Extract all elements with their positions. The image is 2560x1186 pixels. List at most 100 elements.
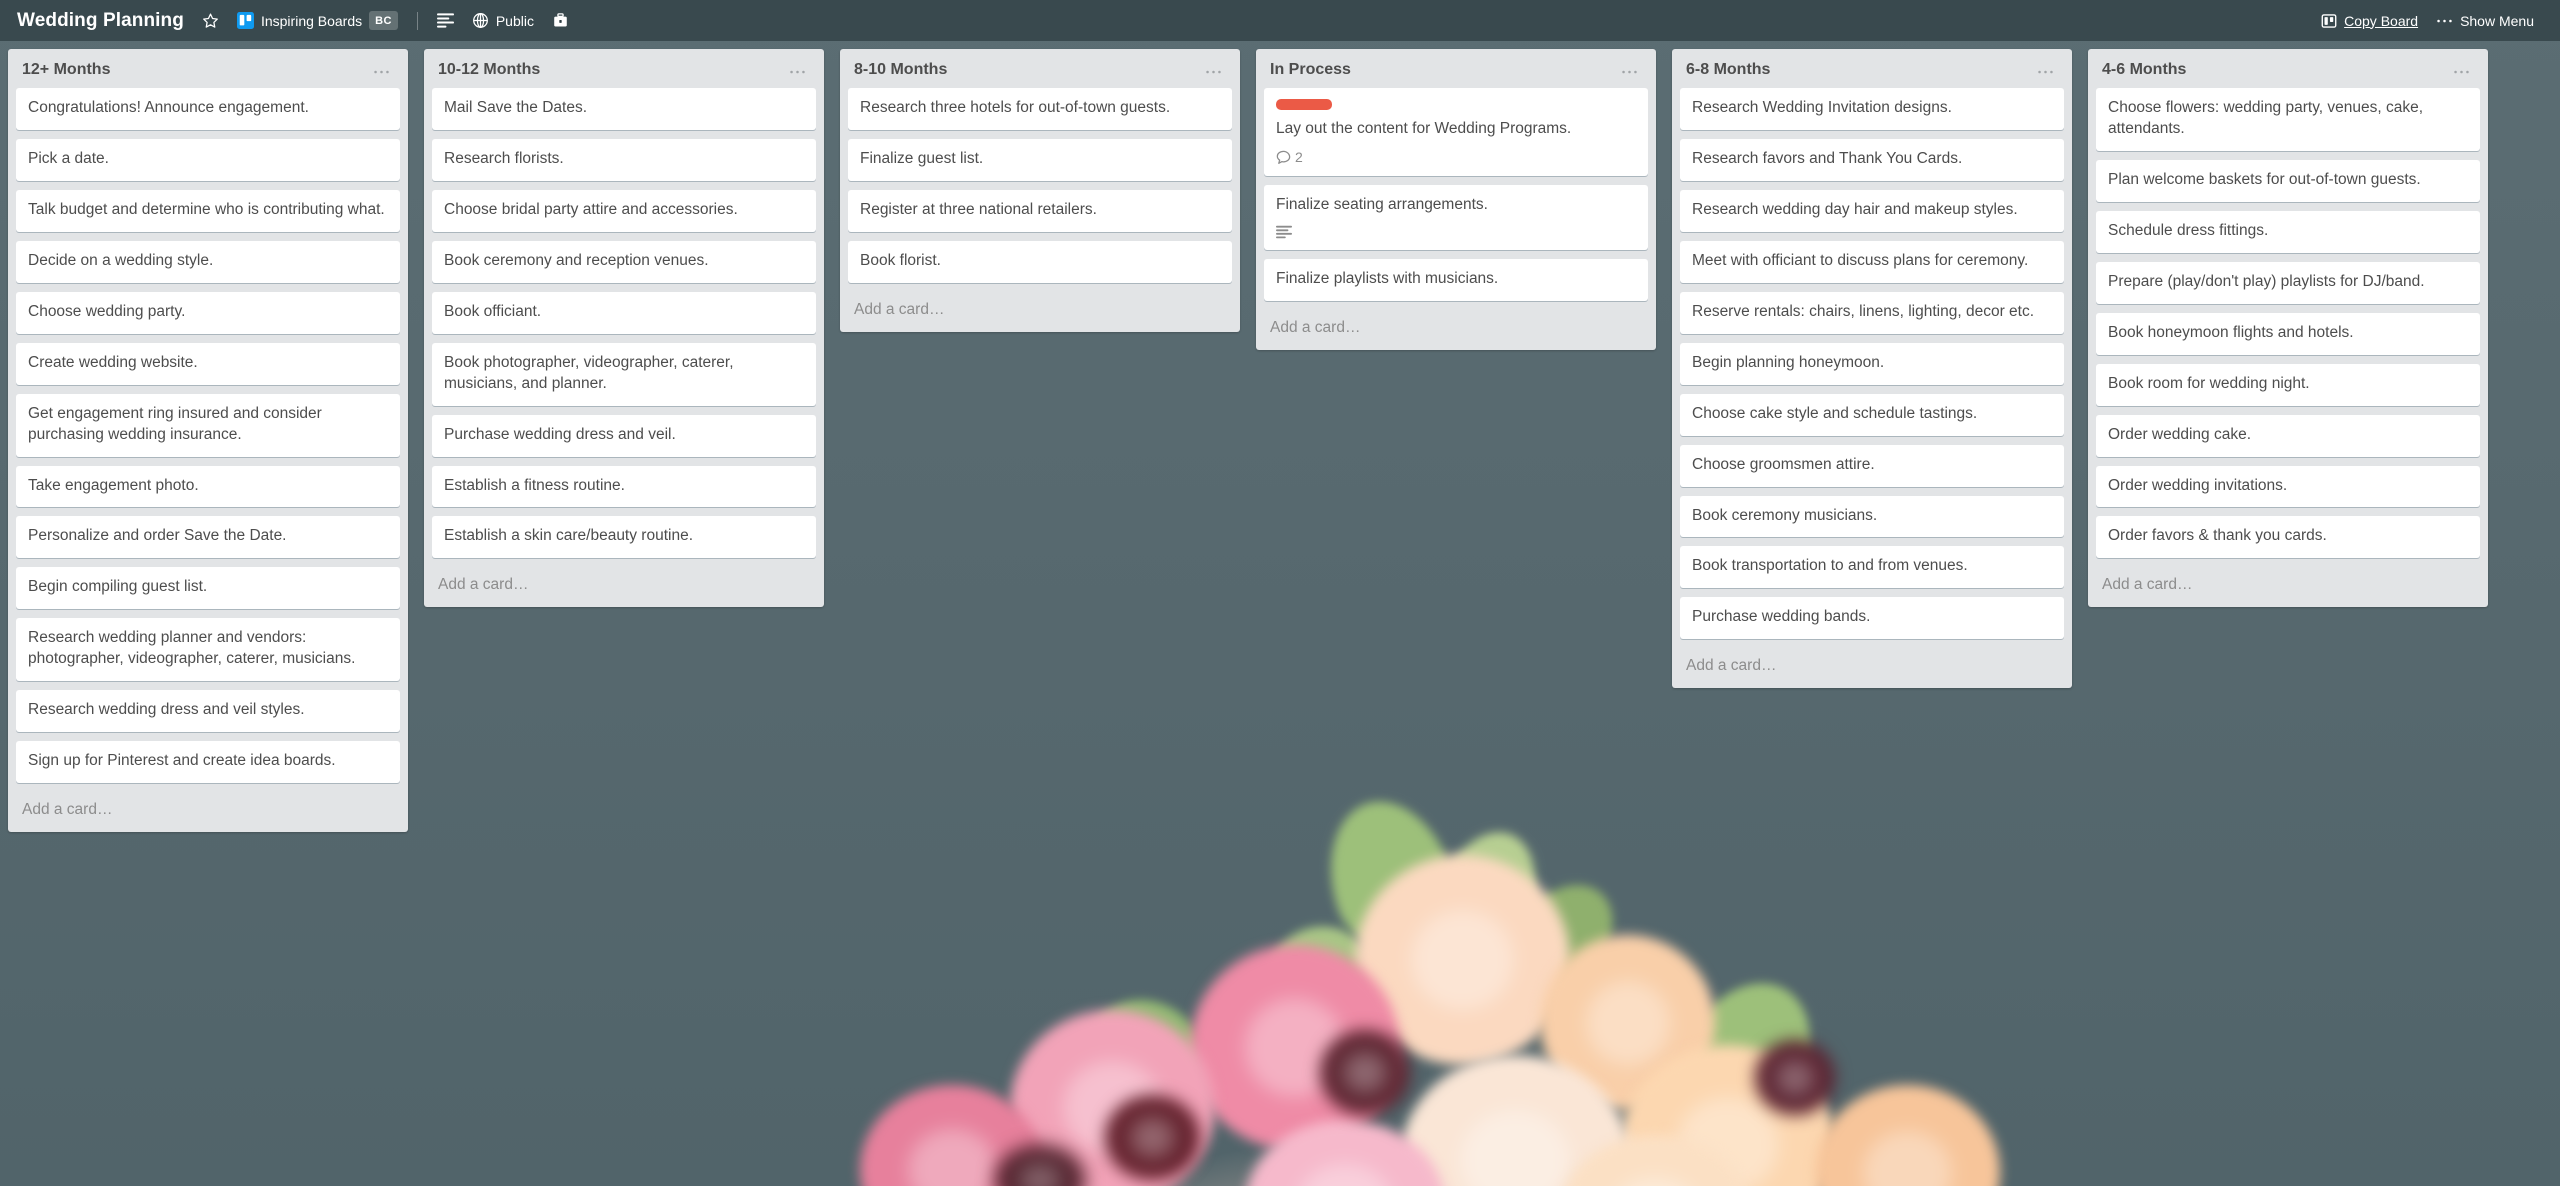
ellipsis-icon[interactable] — [1201, 63, 1226, 77]
card[interactable]: Book ceremony and reception venues. — [432, 240, 816, 283]
list: 8-10 Months Research three hotels for out… — [840, 49, 1240, 332]
card[interactable]: Research favors and Thank You Cards. — [1680, 139, 2064, 182]
add-card-button[interactable]: Add a card… — [840, 292, 1240, 332]
add-card-button[interactable]: Add a card… — [1672, 648, 2072, 688]
card[interactable]: Congratulations! Announce engagement. — [16, 88, 400, 131]
card[interactable]: Take engagement photo. — [16, 465, 400, 508]
card[interactable]: Lay out the content for Wedding Programs… — [1264, 88, 1648, 177]
card[interactable]: Order wedding cake. — [2096, 414, 2480, 457]
card[interactable]: Book honeymoon flights and hotels. — [2096, 312, 2480, 355]
card[interactable]: Book ceremony musicians. — [1680, 495, 2064, 538]
ellipsis-icon[interactable] — [1617, 63, 1642, 77]
briefcase-icon — [552, 12, 569, 29]
comment-icon — [1276, 150, 1291, 165]
ellipsis-icon[interactable] — [2033, 63, 2058, 77]
board-icon — [2321, 13, 2337, 29]
card[interactable]: Prepare (play/don't play) playlists for … — [2096, 261, 2480, 304]
card[interactable]: Decide on a wedding style. — [16, 240, 400, 283]
card[interactable]: Order favors & thank you cards. — [2096, 516, 2480, 559]
globe-icon — [472, 12, 489, 29]
card[interactable]: Get engagement ring insured and consider… — [16, 393, 400, 457]
card[interactable]: Reserve rentals: chairs, linens, lightin… — [1680, 291, 2064, 334]
card[interactable]: Book room for wedding night. — [2096, 363, 2480, 406]
card[interactable]: Research three hotels for out-of-town gu… — [848, 88, 1232, 131]
star-board-button[interactable] — [193, 6, 228, 36]
card-title: Choose wedding party. — [28, 302, 186, 320]
list-header[interactable]: 8-10 Months — [840, 49, 1240, 88]
add-card-button[interactable]: Add a card… — [2088, 567, 2488, 607]
ellipsis-icon[interactable] — [369, 63, 394, 77]
card[interactable]: Schedule dress fittings. — [2096, 210, 2480, 253]
list-header[interactable]: 10-12 Months — [424, 49, 824, 88]
board-activity-button[interactable] — [428, 6, 463, 36]
list: 6-8 Months Research Wedding Invitation de… — [1672, 49, 2072, 689]
list-header[interactable]: 4-6 Months — [2088, 49, 2488, 88]
list-header[interactable]: In Process — [1256, 49, 1656, 88]
comment-count: 2 — [1295, 149, 1303, 166]
card-title: Choose bridal party attire and accessori… — [444, 201, 738, 219]
card[interactable]: Book photographer, videographer, caterer… — [432, 342, 816, 406]
card[interactable]: Finalize guest list. — [848, 139, 1232, 182]
card[interactable]: Establish a fitness routine. — [432, 465, 816, 508]
card[interactable]: Personalize and order Save the Date. — [16, 516, 400, 559]
list-title: 4-6 Months — [2102, 61, 2187, 78]
card[interactable]: Book transportation to and from venues. — [1680, 546, 2064, 589]
card[interactable]: Begin compiling guest list. — [16, 567, 400, 610]
ellipsis-icon[interactable] — [2449, 63, 2474, 77]
card[interactable]: Purchase wedding dress and veil. — [432, 414, 816, 457]
list-header[interactable]: 12+ Months — [8, 49, 408, 88]
card-title: Meet with officiant to discuss plans for… — [1692, 251, 2029, 269]
organization-button[interactable]: Inspiring Boards BC — [228, 6, 407, 36]
card-title: Book ceremony and reception venues. — [444, 251, 709, 269]
card[interactable]: Begin planning honeymoon. — [1680, 342, 2064, 385]
card-title: Pick a date. — [28, 150, 109, 168]
card-title: Book officiant. — [444, 302, 542, 320]
card-title: Book photographer, videographer, caterer… — [444, 353, 734, 392]
card[interactable]: Meet with officiant to discuss plans for… — [1680, 240, 2064, 283]
card-title: Mail Save the Dates. — [444, 99, 588, 117]
page-title: Wedding Planning — [17, 9, 184, 31]
card-title: Research favors and Thank You Cards. — [1692, 150, 1963, 168]
card[interactable]: Establish a skin care/beauty routine. — [432, 516, 816, 559]
card[interactable]: Research wedding planner and vendors: ph… — [16, 618, 400, 682]
card[interactable]: Choose flowers: wedding party, venues, c… — [2096, 88, 2480, 152]
card-title: Finalize guest list. — [860, 150, 984, 168]
show-menu-button[interactable]: Show Menu — [2427, 6, 2543, 36]
add-card-button[interactable]: Add a card… — [424, 567, 824, 607]
card[interactable]: Create wedding website. — [16, 342, 400, 385]
card[interactable]: Register at three national retailers. — [848, 190, 1232, 232]
card[interactable]: Mail Save the Dates. — [432, 88, 816, 131]
add-card-button[interactable]: Add a card… — [8, 792, 408, 832]
card[interactable]: Talk budget and determine who is contrib… — [16, 190, 400, 232]
card[interactable]: Book florist. — [848, 240, 1232, 283]
card[interactable]: Choose wedding party. — [16, 291, 400, 334]
card[interactable]: Choose groomsmen attire. — [1680, 444, 2064, 487]
card[interactable]: Finalize seating arrangements. — [1264, 185, 1648, 251]
card-title: Establish a skin care/beauty routine. — [444, 527, 693, 545]
card[interactable]: Research florists. — [432, 139, 816, 182]
board-visibility-button[interactable]: Public — [463, 6, 543, 36]
ellipsis-icon[interactable] — [785, 63, 810, 77]
card[interactable]: Order wedding invitations. — [2096, 465, 2480, 508]
card-title: Get engagement ring insured and consider… — [28, 404, 322, 443]
card[interactable]: Sign up for Pinterest and create idea bo… — [16, 741, 400, 784]
add-card-button[interactable]: Add a card… — [1256, 310, 1656, 350]
card[interactable]: Plan welcome baskets for out-of-town gue… — [2096, 160, 2480, 202]
organization-name: Inspiring Boards — [260, 12, 363, 29]
board-visibility-label: Public — [495, 12, 534, 29]
card[interactable]: Research wedding dress and veil styles. — [16, 690, 400, 733]
comment-badge: 2 — [1276, 149, 1303, 165]
business-class-button[interactable] — [543, 6, 578, 36]
copy-board-button[interactable]: Copy Board — [2312, 6, 2427, 36]
list-header[interactable]: 6-8 Months — [1672, 49, 2072, 88]
card[interactable]: Choose bridal party attire and accessori… — [432, 190, 816, 232]
trello-logo-icon — [236, 12, 254, 29]
card[interactable]: Finalize playlists with musicians. — [1264, 259, 1648, 301]
board-header: Wedding Planning Inspiring Boards BC Pub… — [0, 0, 2560, 41]
card[interactable]: Purchase wedding bands. — [1680, 597, 2064, 640]
card[interactable]: Pick a date. — [16, 139, 400, 182]
card[interactable]: Book officiant. — [432, 291, 816, 334]
card[interactable]: Research wedding day hair and makeup sty… — [1680, 190, 2064, 232]
card[interactable]: Choose cake style and schedule tastings. — [1680, 393, 2064, 436]
card[interactable]: Research Wedding Invitation designs. — [1680, 88, 2064, 131]
